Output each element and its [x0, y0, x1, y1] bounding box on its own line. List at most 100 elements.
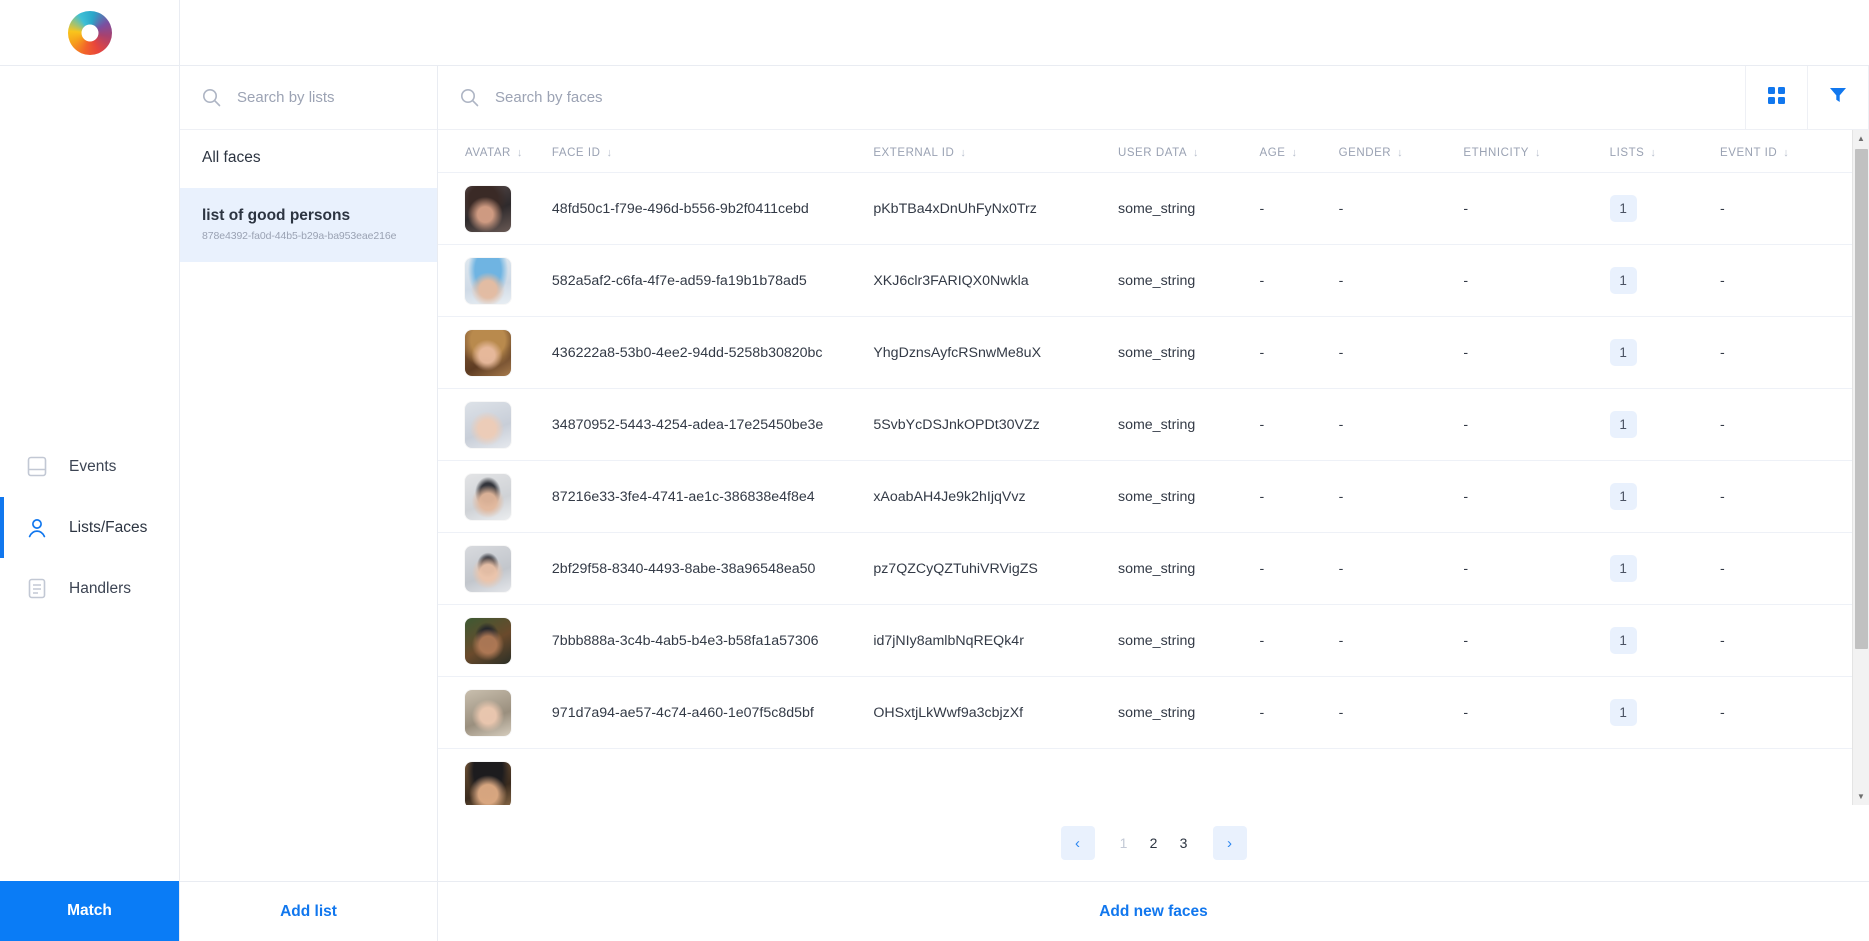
cell-gender: -: [1338, 532, 1464, 605]
column-header-event-id[interactable]: EVENT ID ↓: [1720, 130, 1852, 173]
column-header-lists[interactable]: LISTS ↓: [1610, 130, 1720, 173]
top-bar: [0, 0, 1869, 66]
avatar[interactable]: [465, 473, 511, 520]
cell-event-id: -: [1720, 532, 1852, 605]
grid-view-icon: [1767, 86, 1786, 110]
pagination-page-2[interactable]: 2: [1141, 826, 1167, 860]
cell-ethnicity: -: [1463, 532, 1610, 605]
cell-gender: -: [1338, 172, 1464, 245]
filter-icon: [1828, 85, 1848, 110]
column-header-user-data[interactable]: USER DATA ↓: [1118, 130, 1260, 173]
lists-search-bar[interactable]: [180, 66, 437, 130]
column-label: LISTS: [1609, 147, 1645, 159]
cell-gender: -: [1338, 244, 1464, 317]
table-row[interactable]: 87216e33-3fe4-4741-ae1c-386838e4f8e4 xAoa…: [438, 460, 1852, 533]
cell-external-id: [873, 748, 1118, 805]
column-header-external-id[interactable]: EXTERNAL ID ↓: [873, 130, 1118, 173]
cell-avatar: [438, 532, 552, 605]
main-toolbar: [438, 66, 1869, 130]
cell-lists: 1: [1609, 316, 1720, 389]
lists-panel: All faces list of good persons 878e4392-…: [180, 66, 438, 941]
column-header-avatar[interactable]: AVATAR ↓: [438, 130, 552, 173]
column-header-face-id[interactable]: FACE ID ↓: [552, 130, 873, 173]
cell-gender: -: [1338, 460, 1464, 533]
add-list-button[interactable]: Add list: [280, 903, 337, 921]
avatar[interactable]: [465, 185, 511, 232]
avatar[interactable]: [465, 761, 511, 805]
table-row[interactable]: 436222a8-53b0-4ee2-94dd-5258b30820bc YhgD…: [438, 316, 1852, 389]
pagination: ‹ 1 2 3 ›: [438, 805, 1869, 881]
sidebar-item-lists-faces[interactable]: Lists/Faces: [0, 497, 179, 558]
grid-view-button[interactable]: [1745, 66, 1807, 129]
cell-lists: 1: [1609, 244, 1720, 317]
column-header-gender[interactable]: GENDER ↓: [1339, 130, 1464, 173]
pagination-page-3[interactable]: 3: [1171, 826, 1197, 860]
cell-user-data: some_string: [1117, 388, 1260, 461]
table-row[interactable]: [438, 748, 1852, 805]
match-button[interactable]: Match: [0, 881, 179, 941]
table-row[interactable]: 582a5af2-c6fa-4f7e-ad59-fa19b1b78ad5 XKJ6…: [438, 244, 1852, 317]
cell-avatar: [438, 388, 552, 461]
cell-event-id: -: [1720, 460, 1852, 533]
cell-ethnicity: -: [1463, 604, 1610, 677]
cell-ethnicity: -: [1463, 172, 1610, 245]
cell-avatar: [438, 172, 552, 245]
search-lists-input[interactable]: [237, 89, 417, 106]
cell-user-data: [1117, 748, 1260, 805]
add-new-faces-button[interactable]: Add new faces: [1099, 903, 1208, 921]
list-item-good-persons[interactable]: list of good persons 878e4392-fa0d-44b5-…: [180, 188, 437, 262]
cell-face-id: 436222a8-53b0-4ee2-94dd-5258b30820bc: [551, 316, 874, 389]
cell-external-id: pz7QZCyQZTuhiVRVigZS: [873, 532, 1118, 605]
filter-button[interactable]: [1807, 66, 1869, 129]
logo-cell[interactable]: [0, 0, 180, 65]
faces-table: AVATAR ↓ FACE ID ↓ EXTERNAL ID ↓ USER DATA ↓…: [438, 130, 1852, 805]
sidebar-item-label: Lists/Faces: [69, 518, 148, 536]
cell-event-id: -: [1720, 676, 1852, 749]
scroll-up-arrow-icon[interactable]: ▲: [1853, 130, 1869, 147]
table-row[interactable]: 48fd50c1-f79e-496d-b556-9b2f0411cebd pKbT…: [438, 172, 1852, 245]
sort-arrow-icon: ↓: [606, 147, 613, 159]
column-label: AVATAR: [465, 147, 511, 159]
vertical-scrollbar[interactable]: ▲ ▼: [1852, 130, 1869, 805]
cell-face-id: 87216e33-3fe4-4741-ae1c-386838e4f8e4: [551, 460, 874, 533]
cell-lists: 1: [1609, 388, 1720, 461]
scrollbar-track[interactable]: [1854, 147, 1868, 788]
avatar[interactable]: [465, 545, 511, 592]
sort-arrow-icon: ↓: [1650, 147, 1657, 159]
main-footer: Add new faces: [438, 881, 1869, 941]
cell-age: [1259, 748, 1339, 805]
pagination-prev-button[interactable]: ‹: [1060, 826, 1095, 860]
pagination-next-button[interactable]: ›: [1212, 826, 1247, 860]
cell-external-id: XKJ6clr3FARIQX0Nwkla: [873, 244, 1118, 317]
avatar[interactable]: [465, 617, 511, 664]
toolbar-actions: [1745, 66, 1869, 129]
cell-age: -: [1259, 388, 1339, 461]
list-item-all-faces[interactable]: All faces: [180, 130, 437, 188]
sidebar-item-label: Handlers: [69, 579, 132, 597]
list-item-uuid: 878e4392-fa0d-44b5-b29a-ba953eae216e: [202, 230, 397, 242]
column-header-ethnicity[interactable]: ETHNICITY ↓: [1463, 130, 1609, 173]
table-row[interactable]: 7bbb888a-3c4b-4ab5-b4e3-b58fa1a57306 id7j…: [438, 604, 1852, 677]
cell-age: -: [1259, 604, 1339, 677]
table-row[interactable]: 971d7a94-ae57-4c74-a460-1e07f5c8d5bf OHSx…: [438, 676, 1852, 749]
cell-gender: -: [1338, 388, 1464, 461]
cell-external-id: id7jNIy8amlbNqREQk4r: [873, 604, 1118, 677]
avatar[interactable]: [465, 689, 511, 736]
lists-count-badge: 1: [1609, 555, 1637, 582]
column-header-age[interactable]: AGE ↓: [1260, 130, 1339, 173]
sidebar-item-events[interactable]: Events: [0, 436, 179, 497]
avatar[interactable]: [465, 329, 511, 376]
sidebar-item-handlers[interactable]: Handlers: [0, 558, 179, 619]
pagination-page-1[interactable]: 1: [1111, 826, 1137, 860]
table-row[interactable]: 2bf29f58-8340-4493-8abe-38a96548ea50 pz7Q…: [438, 532, 1852, 605]
cell-avatar: [438, 676, 552, 749]
main-panel: AVATAR ↓ FACE ID ↓ EXTERNAL ID ↓ USER DATA ↓…: [438, 66, 1869, 941]
table-row[interactable]: 34870952-5443-4254-adea-17e25450be3e 5Svb…: [438, 388, 1852, 461]
avatar[interactable]: [465, 401, 511, 448]
avatar[interactable]: [465, 257, 511, 304]
scrollbar-thumb[interactable]: [1854, 149, 1868, 649]
scroll-down-arrow-icon[interactable]: ▼: [1853, 788, 1869, 805]
faces-search-bar[interactable]: [460, 88, 1745, 107]
cell-ethnicity: -: [1463, 388, 1610, 461]
search-faces-input[interactable]: [495, 89, 935, 106]
